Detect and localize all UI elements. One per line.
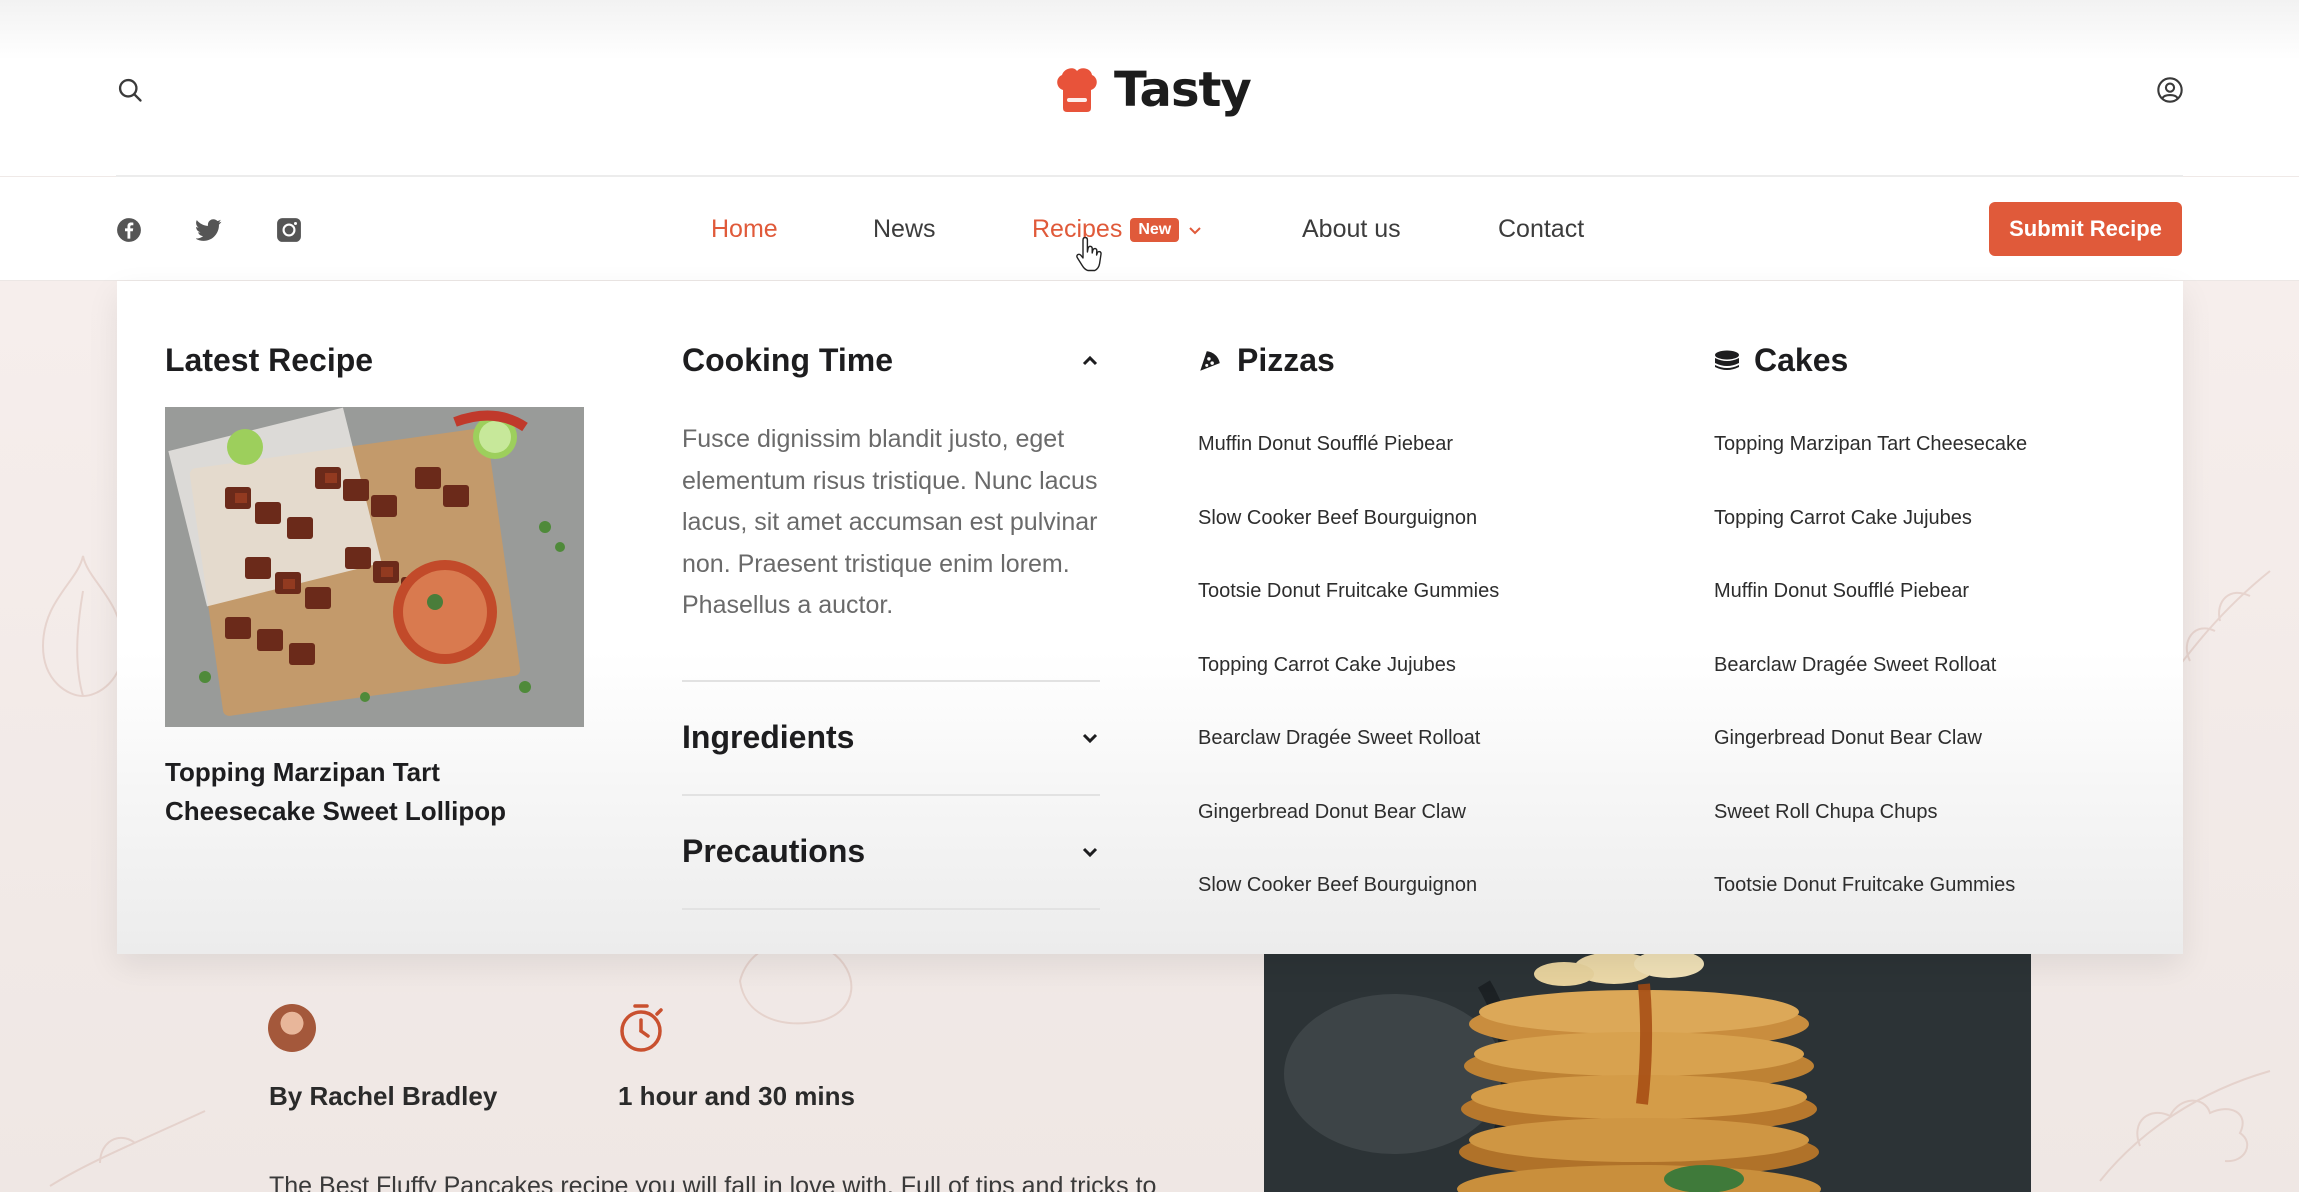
nav-news[interactable]: News (873, 215, 936, 244)
stopwatch-icon (620, 1004, 663, 1052)
pizzas-list: Muffin Donut Soufflé Piebear Slow Cooker… (1198, 433, 1499, 948)
search-icon (118, 78, 142, 102)
accordion-title: Ingredients (682, 719, 855, 755)
cakes-heading: Cakes (1714, 342, 1848, 379)
search-button[interactable] (110, 70, 150, 110)
pancake-stack-photo (1264, 954, 2031, 1192)
accordion-body-text: Fusce dignissim blandit justo, eget elem… (682, 425, 1098, 619)
chef-hat-icon (1057, 68, 1097, 112)
cooking-time: 1 hour and 30 mins (618, 1081, 855, 1111)
accordion-precautions: Precautions (682, 833, 1100, 870)
recipe-intro: The Best Fluffy Pancakes recipe you will… (269, 1172, 1157, 1192)
primary-menu: Home News Recipes New About us Contact (0, 177, 2299, 281)
nav-recipes[interactable]: Recipes New (1032, 215, 1203, 244)
sprig-doodle-icon (49, 1110, 206, 1187)
list-item[interactable]: Bearclaw Dragée Sweet Rolloat (1198, 727, 1499, 801)
list-item[interactable]: Slow Cooker Beef Bourguignon (1198, 874, 1499, 948)
accordion-cooking-time: Cooking Time Fusce dignissim blandit jus… (682, 342, 1100, 627)
accordion-divider (682, 680, 1100, 682)
chevron-down-icon (1082, 847, 1098, 857)
pizzas-heading: Pizzas (1197, 342, 1335, 379)
leaf-doodle-icon (2099, 1070, 2271, 1182)
logo-text: Tasty (1114, 62, 1252, 118)
author-avatar (268, 1004, 316, 1052)
nav-contact[interactable]: Contact (1498, 215, 1584, 244)
pizza-slice-icon (1200, 350, 1220, 371)
list-item[interactable]: Sweet Roll Chupa Chups (1714, 801, 2027, 875)
accordion-header-ingredients[interactable]: Ingredients (682, 719, 1100, 756)
nav-about[interactable]: About us (1302, 215, 1401, 244)
list-item[interactable]: Gingerbread Donut Bear Claw (1198, 801, 1499, 875)
list-item[interactable]: Muffin Donut Soufflé Piebear (1198, 433, 1499, 507)
list-item[interactable]: Bearclaw Dragée Sweet Rolloat (1714, 654, 2027, 728)
accordion-title: Cooking Time (682, 342, 893, 378)
latest-recipe-image[interactable] (165, 407, 584, 727)
new-badge: New (1130, 217, 1180, 242)
accordion-divider (682, 908, 1100, 910)
submit-recipe-button[interactable]: Submit Recipe (1989, 202, 2182, 256)
chevron-up-icon (1082, 355, 1098, 365)
recipes-mega-menu: Latest Recipe Topping Marzipan Tart Chee… (117, 281, 2183, 954)
cakes-title: Cakes (1754, 342, 1849, 378)
main-navigation-bar: Home News Recipes New About us Contact S… (0, 177, 2299, 281)
cake-icon (1715, 350, 1739, 370)
list-item[interactable]: Topping Marzipan Tart Cheesecake (1714, 433, 2027, 507)
site-header: Tasty (0, 0, 2299, 176)
latest-recipe-heading: Latest Recipe (165, 342, 374, 378)
accordion-header-cooking-time[interactable]: Cooking Time (682, 342, 1100, 379)
author-name: By Rachel Bradley (269, 1081, 498, 1111)
cakes-list: Topping Marzipan Tart Cheesecake Topping… (1714, 433, 2027, 948)
list-item[interactable]: Tootsie Donut Fruitcake Gummies (1198, 580, 1499, 654)
accordion-ingredients: Ingredients (682, 719, 1100, 756)
account-button[interactable] (2150, 70, 2190, 110)
chevron-down-icon (1189, 226, 1201, 234)
list-item[interactable]: Gingerbread Donut Bear Claw (1714, 727, 2027, 801)
accordion-divider (682, 794, 1100, 796)
list-item[interactable]: Muffin Donut Soufflé Piebear (1714, 580, 2027, 654)
pizzas-title: Pizzas (1237, 342, 1335, 378)
nav-home[interactable]: Home (711, 215, 778, 244)
list-item[interactable]: Slow Cooker Beef Bourguignon (1198, 507, 1499, 581)
accordion-title: Precautions (682, 833, 866, 869)
hand-cursor-icon (1076, 237, 1102, 272)
list-item[interactable]: Topping Carrot Cake Jujubes (1198, 654, 1499, 728)
chevron-down-icon (1082, 733, 1098, 743)
latest-recipe-title[interactable]: Topping Marzipan Tart Cheesecake Sweet L… (165, 753, 545, 831)
list-item[interactable]: Topping Carrot Cake Jujubes (1714, 507, 2027, 581)
list-item[interactable]: Tootsie Donut Fruitcake Gummies (1714, 874, 2027, 948)
accordion-header-precautions[interactable]: Precautions (682, 833, 1100, 870)
user-circle-icon (2157, 77, 2183, 103)
site-logo[interactable]: Tasty (1054, 58, 1252, 122)
